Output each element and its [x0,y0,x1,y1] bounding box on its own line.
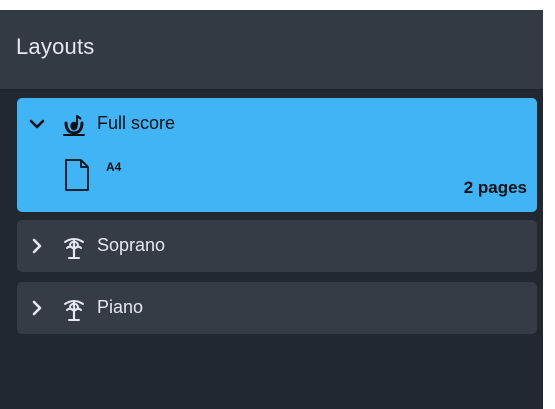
layout-row[interactable]: Full score [17,98,537,150]
layout-name: Full score [97,113,176,133]
layout-name: Soprano [97,235,166,255]
part-icon [61,234,87,260]
page-size: A4 [106,160,122,174]
layout-row[interactable]: Piano [17,282,537,334]
layout-name: Piano [97,297,144,317]
layout-item-piano[interactable]: Piano [17,282,537,334]
page-icon [64,158,90,192]
chevron-down-icon[interactable] [27,114,47,134]
chevron-right-icon[interactable] [27,236,47,256]
layout-row[interactable]: Soprano [17,220,537,272]
full-score-icon [61,112,87,138]
part-icon [61,296,87,322]
chevron-right-icon[interactable] [27,298,47,318]
panel-title: Layouts [16,34,95,59]
layout-item-soprano[interactable]: Soprano [17,220,537,272]
panel-header: Layouts [0,10,543,90]
page-count: 2 pages [463,178,527,197]
layouts-panel: Layouts Full score A4 2 pages Soprano Pi… [0,10,543,409]
layout-item-full-score[interactable]: Full score A4 2 pages [17,98,537,212]
